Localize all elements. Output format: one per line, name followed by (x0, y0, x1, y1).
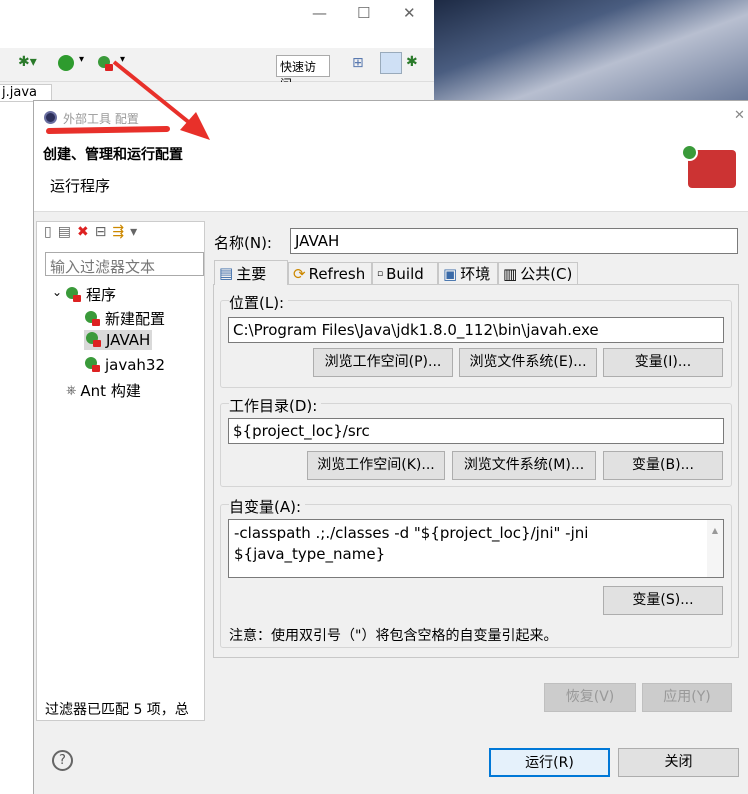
java-perspective-icon[interactable] (380, 52, 402, 74)
program-icon (85, 310, 101, 327)
new-config-icon[interactable]: ▯ (44, 224, 58, 240)
quick-access-field[interactable]: 快速访问 (276, 55, 330, 91)
args-variables-button[interactable]: 变量(S)... (603, 586, 723, 615)
filter-status: 过滤器已匹配 5 项，总 (45, 702, 189, 718)
tree-item-new-config[interactable]: 新建配置 (85, 308, 165, 329)
red-arrow-annotation (112, 60, 210, 140)
revert-button[interactable]: 恢复(V) (544, 683, 636, 712)
tree-item-label: javah32 (105, 356, 166, 374)
delete-icon[interactable]: ✖ (77, 224, 95, 240)
tree-item-javah32[interactable]: javah32 (85, 356, 165, 374)
tree-item-program[interactable]: 程序 (66, 284, 116, 305)
name-label: 名称(N): (214, 234, 272, 252)
args-note: 注意：使用双引号（"）将包含空格的自变量引起来。 (229, 628, 558, 644)
program-icon (86, 332, 102, 348)
program-icon (85, 357, 101, 373)
close-button[interactable]: 关闭 (618, 748, 739, 777)
tab-environment[interactable]: ▣ 环境 (438, 262, 498, 284)
refresh-icon: ⟳ (293, 264, 306, 283)
common-icon: ▥ (503, 264, 518, 283)
browse-filesystem-dir-button[interactable]: 浏览文件系统(M)... (452, 451, 596, 480)
dialog-heading: 创建、管理和运行配置 (43, 147, 183, 163)
build-icon: ▫ (377, 268, 384, 279)
browse-filesystem-button[interactable]: 浏览文件系统(E)... (459, 348, 597, 377)
tree-item-label: Ant 构建 (80, 382, 141, 400)
open-perspective-icon[interactable]: ⊞ (352, 55, 364, 71)
location-input[interactable]: C:\Program Files\Java\jdk1.8.0_112\bin\j… (228, 317, 724, 343)
name-input[interactable]: JAVAH (290, 228, 738, 254)
main-tab-icon: ▤ (219, 264, 234, 282)
program-icon (66, 286, 82, 303)
close-window-button[interactable]: ✕ (403, 4, 416, 22)
tree-item-label: JAVAH (106, 331, 151, 349)
tree-item-label: 程序 (86, 286, 117, 304)
args-line: -classpath .;./classes -d "${project_loc… (234, 524, 589, 542)
help-button[interactable]: ? (52, 750, 73, 771)
tab-main[interactable]: ▤ 主要 (214, 260, 288, 285)
tab-refresh[interactable]: ⟳ Refresh (288, 262, 372, 284)
tree-toolbar: ▯▤✖⊟⇶▾ (44, 224, 143, 240)
args-scrollbar[interactable]: ▲▼ (707, 520, 723, 598)
tab-label: 主要 (236, 264, 267, 283)
location-label: 位置(L): (229, 292, 289, 313)
ant-icon: ⎈ (66, 383, 77, 398)
run-icon[interactable] (58, 55, 74, 71)
filter-icon[interactable]: ⇶ (112, 224, 130, 240)
tab-common[interactable]: ▥ 公共(C) (498, 262, 578, 284)
tab-build[interactable]: ▫ Build (372, 262, 438, 284)
collapse-all-icon[interactable]: ⊟ (95, 224, 113, 240)
args-label: 自变量(A): (229, 496, 306, 517)
run-dropdown-icon[interactable]: ▾ (79, 54, 84, 65)
location-variables-button[interactable]: 变量(I)... (603, 348, 723, 377)
workdir-input[interactable]: ${project_loc}/src (228, 418, 724, 444)
run-button[interactable]: 运行(R) (489, 748, 610, 777)
browse-workspace-button[interactable]: 浏览工作空间(P)... (313, 348, 453, 377)
tree-item-javah[interactable]: JAVAH (84, 330, 153, 350)
filter-input[interactable]: 输入过滤器文本 (45, 252, 204, 276)
tab-label: Refresh (308, 264, 366, 283)
tree-item-ant[interactable]: ⎈ Ant 构建 (66, 380, 141, 401)
maximize-button[interactable]: ☐ (357, 4, 370, 22)
workdir-label: 工作目录(D): (229, 395, 322, 416)
args-line: ${java_type_name} (234, 545, 386, 563)
dialog-close-button[interactable]: ✕ (734, 108, 745, 123)
run-badge-icon (681, 144, 698, 161)
background-image (434, 0, 748, 100)
tab-label: 环境 (460, 265, 491, 283)
tree-item-label: 新建配置 (105, 310, 166, 328)
debug-icon[interactable]: ✱▾ (18, 54, 37, 70)
tab-label: Build (386, 264, 424, 283)
eclipse-icon (44, 111, 57, 124)
minimize-button[interactable]: — (312, 4, 327, 22)
browse-workspace-dir-button[interactable]: 浏览工作空间(K)... (307, 451, 445, 480)
apply-button[interactable]: 应用(Y) (642, 683, 732, 712)
tab-label: 公共(C) (520, 265, 573, 283)
environment-icon: ▣ (443, 264, 458, 283)
debug-perspective-icon[interactable]: ✱ (406, 54, 418, 70)
workdir-variables-button[interactable]: 变量(B)... (603, 451, 723, 480)
duplicate-icon[interactable]: ▤ (58, 224, 77, 240)
args-textarea[interactable]: -classpath .;./classes -d "${project_loc… (228, 519, 724, 598)
menu-dropdown-icon[interactable]: ▾ (130, 224, 143, 240)
dialog-subheading: 运行程序 (50, 177, 111, 195)
expand-chevron-icon[interactable]: ⌄ (52, 285, 62, 299)
